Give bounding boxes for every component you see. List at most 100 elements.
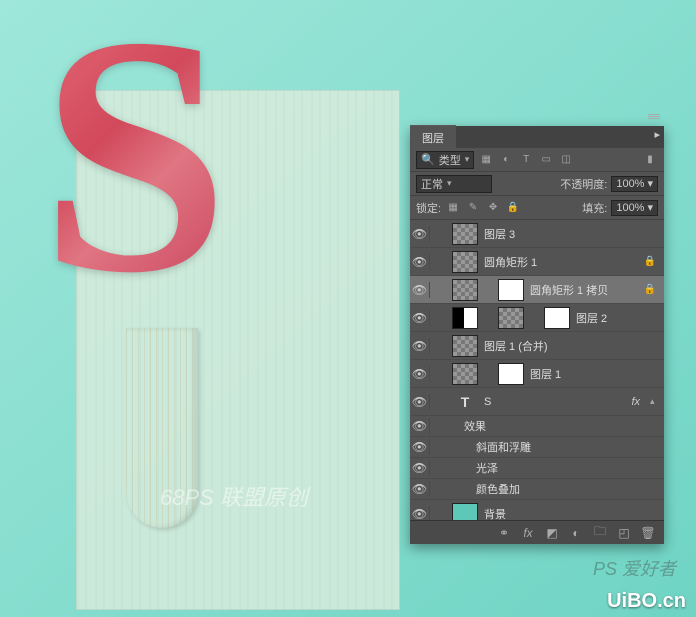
effect-name: 斜面和浮雕 [476,439,660,455]
visibility-eye-icon[interactable]: 👁 [414,394,430,410]
lock-icon: 🔒 [644,256,660,267]
layer-row[interactable]: 👁 圆角矩形 1 拷贝 🔒 [410,276,664,304]
chevron-down-icon: ▾ [447,178,452,189]
layer-style-icon[interactable]: fx [520,525,536,541]
layer-row[interactable]: 👁 图层 1 [410,360,664,388]
layer-name[interactable]: 圆角矩形 1 [484,254,638,270]
canvas-area: S 68PS 联盟原创 [0,0,410,617]
layers-tab[interactable]: 图层 [410,125,456,150]
lock-row: 锁定: ▦ ✎ ✥ 🔒 填充: 100% ▾ [410,196,664,220]
visibility-eye-icon[interactable]: 👁 [414,366,430,382]
lock-label: 锁定: [416,200,441,216]
search-icon: 🔍 [421,153,435,166]
watermark-text-1: 68PS 联盟原创 [160,480,308,512]
filter-shape-icon[interactable]: ▭ [538,152,554,168]
visibility-eye-icon[interactable]: 👁 [414,254,430,270]
layer-mask-thumbnail[interactable] [498,363,524,385]
layer-name[interactable]: 图层 2 [576,310,660,326]
fx-text: fx [523,526,532,540]
filter-kind-dropdown[interactable]: 🔍 类型 ▾ [416,151,474,169]
watermark-text-2: PS 爱好者 [593,555,676,581]
layer-name[interactable]: 图层 1 [530,366,660,382]
lock-image-icon[interactable]: ✎ [465,200,481,216]
letter-s-art: S [40,10,229,299]
layer-name[interactable]: 圆角矩形 1 拷贝 [530,282,638,298]
fx-disclosure-icon[interactable]: ▴ [650,396,660,407]
fill-label: 填充: [582,200,607,216]
fill-field[interactable]: 100% ▾ [611,200,658,216]
fill-value: 100% [616,202,644,214]
visibility-eye-icon[interactable]: 👁 [414,439,430,455]
effects-label: 效果 [464,418,660,434]
layer-thumbnail[interactable] [452,251,478,273]
lock-icon: 🔒 [644,284,660,295]
filter-adjust-icon[interactable]: ◐ [498,152,514,168]
chevron-down-icon: ▾ [465,154,470,165]
effect-row[interactable]: 👁 光泽 [410,458,664,479]
lock-transparent-icon[interactable]: ▦ [445,200,461,216]
layer-thumbnail[interactable] [452,279,478,301]
opacity-label: 不透明度: [560,176,607,192]
layer-name[interactable]: 背景 [484,506,660,521]
panel-tab-bar: 图层 ▸ [410,126,664,148]
chevron-down-icon: ▾ [647,201,653,214]
filter-smart-icon[interactable]: ◫ [558,152,574,168]
layer-thumbnail-2[interactable] [498,307,524,329]
effect-name: 颜色叠加 [476,481,660,497]
layer-thumbnail[interactable] [452,223,478,245]
panel-flyout-menu-icon[interactable] [640,114,660,124]
panel-collapse-icon[interactable]: ▸ [654,128,660,141]
layer-row[interactable]: 👁 图层 3 [410,220,664,248]
layer-mask-icon[interactable]: ◩ [544,525,560,541]
visibility-eye-icon[interactable]: 👁 [414,338,430,354]
effect-name: 光泽 [476,460,660,476]
layer-row[interactable]: 👁 图层 1 (合并) [410,332,664,360]
layer-list: 👁 图层 3 👁 圆角矩形 1 🔒 👁 圆角矩形 1 拷贝 🔒 👁 [410,220,664,520]
effects-header-row[interactable]: 👁 效果 [410,416,664,437]
chevron-down-icon: ▾ [647,177,653,190]
blend-mode-dropdown[interactable]: 正常 ▾ [416,175,492,193]
lock-position-icon[interactable]: ✥ [485,200,501,216]
visibility-eye-icon[interactable]: 👁 [414,481,430,497]
link-layers-icon[interactable]: ⚭ [496,525,512,541]
visibility-eye-icon[interactable]: 👁 [414,506,430,521]
delete-layer-icon[interactable]: 🗑 [640,525,656,541]
adjustment-layer-icon[interactable]: ◐ [568,525,584,541]
visibility-eye-icon[interactable]: 👁 [414,460,430,476]
visibility-eye-icon[interactable]: 👁 [414,310,430,326]
lock-all-icon[interactable]: 🔒 [505,200,521,216]
visibility-eye-icon[interactable]: 👁 [414,418,430,434]
layer-thumbnail[interactable] [452,503,478,521]
effect-row[interactable]: 👁 斜面和浮雕 [410,437,664,458]
new-layer-icon[interactable]: ◰ [616,525,632,541]
filter-pixel-icon[interactable]: ▦ [478,152,494,168]
group-icon[interactable]: 🗀 [592,525,608,541]
layer-name[interactable]: S [484,396,625,408]
layer-row-text[interactable]: 👁 T S fx ▴ [410,388,664,416]
effect-row[interactable]: 👁 颜色叠加 [410,479,664,500]
watermark-text-3: UiBO.cn [607,590,686,613]
filter-kind-label: 类型 [439,152,461,168]
layers-panel: 图层 ▸ 🔍 类型 ▾ ▦ ◐ T ▭ ◫ ▮ 正常 ▾ 不透明度: 100% … [410,126,664,544]
visibility-eye-icon[interactable]: 👁 [414,226,430,242]
blend-mode-value: 正常 [421,176,443,192]
layer-name[interactable]: 图层 3 [484,226,660,242]
layer-mask-thumbnail[interactable] [544,307,570,329]
layer-thumbnail[interactable] [452,335,478,357]
layer-row[interactable]: 👁 圆角矩形 1 🔒 [410,248,664,276]
layers-panel-footer: ⚭ fx ◩ ◐ 🗀 ◰ 🗑 [410,520,664,544]
filter-toggle-switch[interactable]: ▮ [642,152,658,168]
layer-thumbnail[interactable] [452,307,478,329]
blend-mode-row: 正常 ▾ 不透明度: 100% ▾ [410,172,664,196]
layer-name[interactable]: 图层 1 (合并) [484,338,660,354]
layer-thumbnail[interactable] [452,363,478,385]
opacity-value: 100% [616,178,644,190]
filter-type-icon[interactable]: T [518,152,534,168]
layer-row-background[interactable]: 👁 背景 [410,500,664,520]
visibility-eye-icon[interactable]: 👁 [414,282,430,298]
opacity-field[interactable]: 100% ▾ [611,176,658,192]
layer-row[interactable]: 👁 图层 2 [410,304,664,332]
fx-badge[interactable]: fx [631,396,644,408]
layer-mask-thumbnail[interactable] [498,279,524,301]
layer-filter-row: 🔍 类型 ▾ ▦ ◐ T ▭ ◫ ▮ [410,148,664,172]
